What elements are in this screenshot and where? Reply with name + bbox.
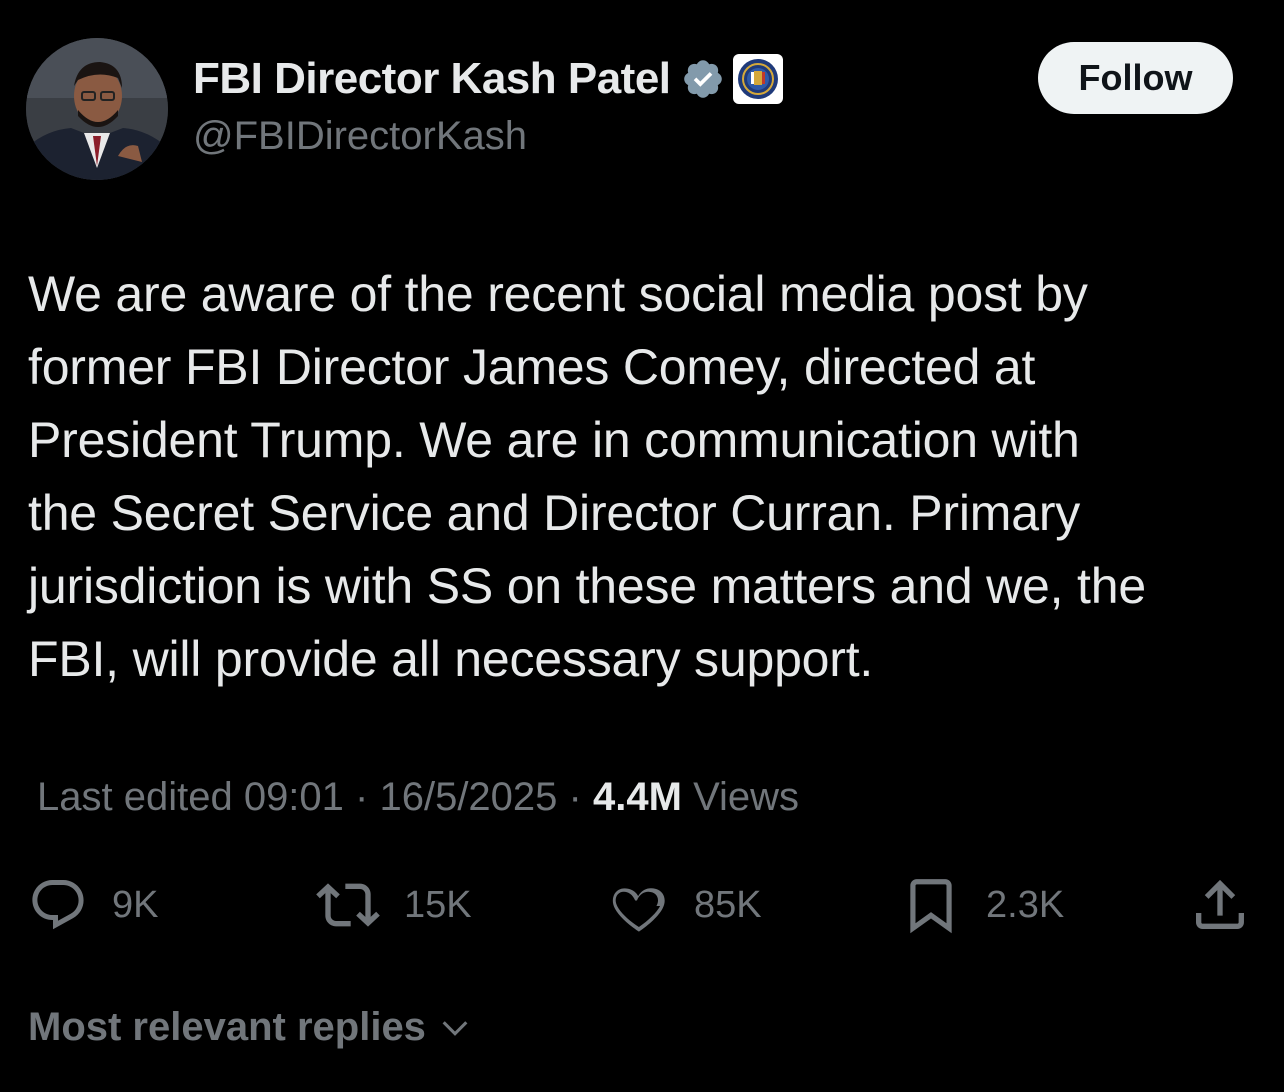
tweet-actions: 9K 15K 85K 2.3K [0, 870, 1284, 940]
edited-timestamp[interactable]: Last edited 09:01 · 16/5/2025 [37, 775, 557, 819]
share-button[interactable] [1188, 870, 1252, 940]
follow-button[interactable]: Follow [1038, 42, 1233, 114]
heart-icon [612, 888, 665, 932]
replies-sort-label: Most relevant replies [28, 1005, 426, 1049]
repost-count: 15K [404, 883, 472, 926]
bookmark-icon [910, 879, 952, 934]
chevron-down-icon [442, 1020, 468, 1036]
tweet-text: We are aware of the recent social media … [28, 266, 1146, 687]
replies-sort-dropdown[interactable]: Most relevant replies [28, 1005, 472, 1050]
fbi-seal-icon[interactable] [732, 54, 783, 104]
like-button[interactable]: 85K [608, 870, 762, 940]
like-count: 85K [694, 883, 762, 926]
repost-icon [316, 883, 380, 927]
author-name-row: FBI Director Kash Patel [193, 52, 783, 106]
verified-badge-icon[interactable] [681, 57, 725, 101]
bookmark-button[interactable]: 2.3K [900, 870, 1064, 940]
share-icon [1196, 879, 1244, 929]
meta-separator: · [568, 775, 582, 819]
reply-count: 9K [112, 883, 159, 926]
views-label[interactable]: Views [693, 775, 799, 819]
author-handle[interactable]: @FBIDirectorKash [193, 114, 527, 159]
avatar[interactable] [26, 38, 168, 180]
reply-icon [32, 880, 84, 930]
bookmark-count: 2.3K [986, 883, 1065, 926]
tweet-meta: Last edited 09:01 · 16/5/2025 · 4.4M Vie… [37, 775, 799, 820]
reply-button[interactable]: 9K [28, 870, 158, 940]
views-count[interactable]: 4.4M [593, 775, 682, 819]
author-display-name[interactable]: FBI Director Kash Patel [193, 54, 671, 104]
repost-button[interactable]: 15K [316, 870, 472, 940]
